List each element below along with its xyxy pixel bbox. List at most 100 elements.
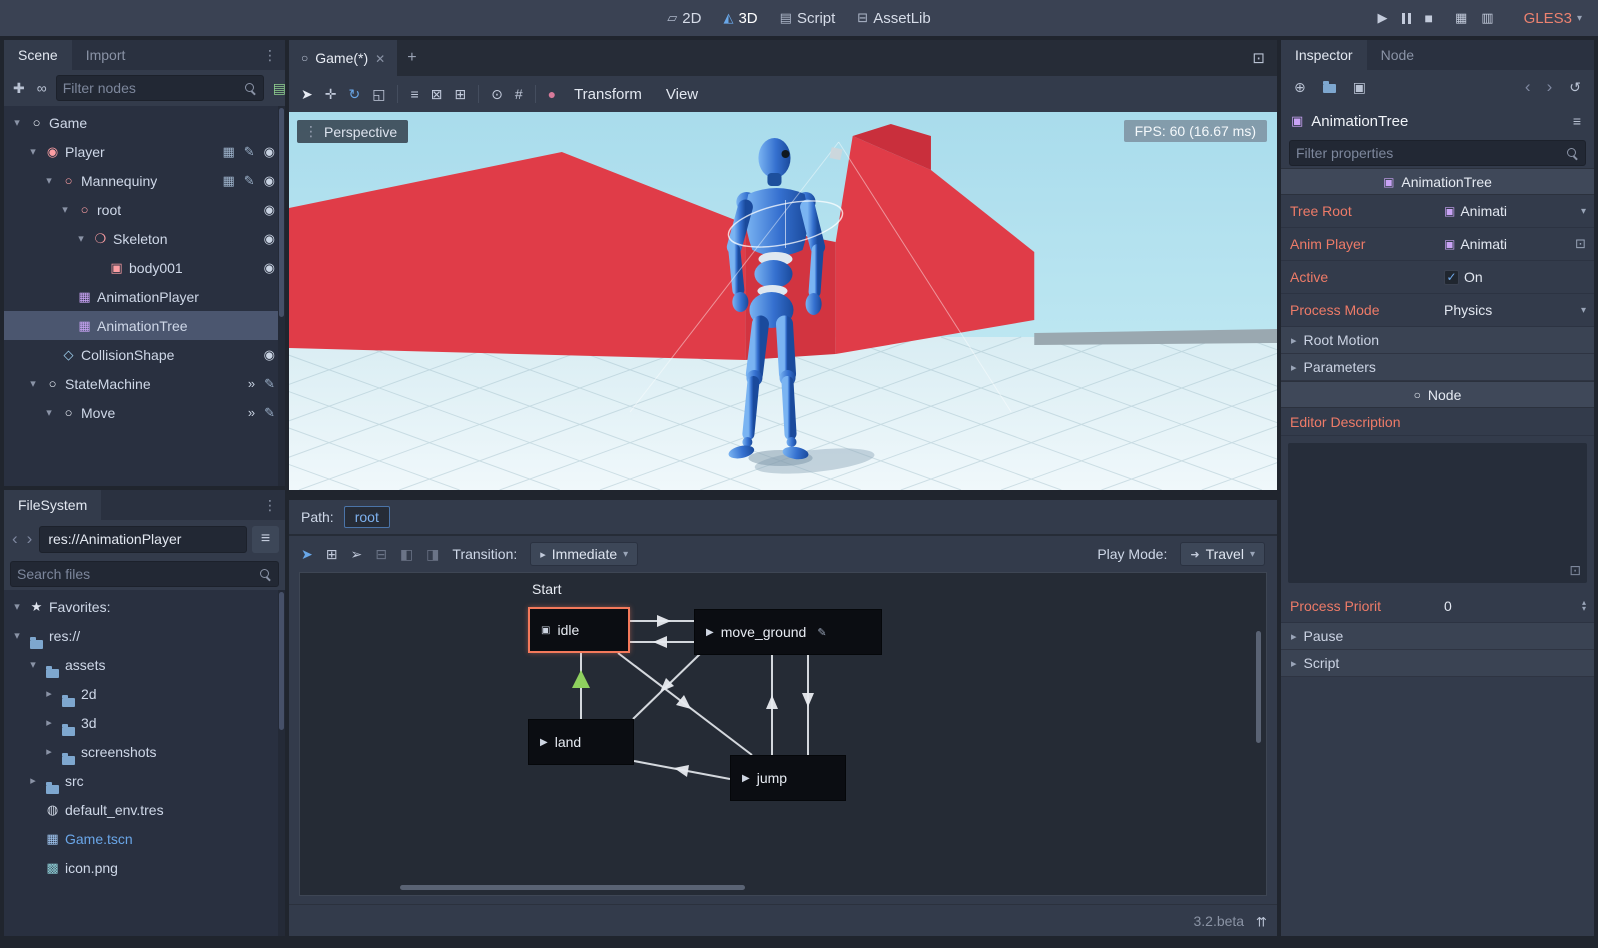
- load-resource-icon[interactable]: [1321, 80, 1338, 94]
- script-icon[interactable]: ✎: [244, 173, 255, 189]
- history-forward-icon[interactable]: ›: [1545, 77, 1555, 97]
- workspace-button[interactable]: Script: [771, 7, 845, 30]
- search-files-input[interactable]: [17, 566, 259, 582]
- scene-tree-scrollbar[interactable]: [278, 106, 285, 486]
- path-root-chip[interactable]: root: [344, 506, 390, 528]
- perspective-button[interactable]: Perspective: [297, 120, 408, 143]
- stop-button-icon[interactable]: [1425, 10, 1433, 26]
- scene-tree-item[interactable]: ◇ CollisionShape ◉: [4, 340, 285, 369]
- play-state-icon[interactable]: [706, 627, 714, 638]
- eye-icon[interactable]: ◉: [264, 173, 275, 189]
- transform-menu[interactable]: Transform: [568, 86, 648, 103]
- workspace-button[interactable]: 3D: [714, 7, 766, 30]
- tree-root-value[interactable]: Animati: [1444, 203, 1594, 219]
- filesystem-item[interactable]: 2d: [4, 679, 285, 708]
- scene-tree-item[interactable]: ○ Game: [4, 108, 285, 137]
- scene-tree-item[interactable]: ▦ AnimationTree: [4, 311, 285, 340]
- scene-tree-item[interactable]: ○ Move »✎: [4, 398, 285, 427]
- list-select-icon[interactable]: [410, 86, 418, 102]
- group-parameters[interactable]: Parameters: [1281, 354, 1594, 381]
- rotate-tool-icon[interactable]: [348, 86, 360, 103]
- filesystem-item[interactable]: res://: [4, 621, 285, 650]
- filesystem-scrollbar[interactable]: [278, 590, 285, 936]
- anim-player-value[interactable]: Animati: [1444, 236, 1594, 252]
- expand-editor-icon[interactable]: [1569, 562, 1581, 579]
- tab-game-scene[interactable]: Game(*): [289, 40, 397, 76]
- play-button-icon[interactable]: [1378, 10, 1388, 26]
- active-value[interactable]: On: [1444, 269, 1594, 285]
- editor-description-input[interactable]: [1288, 443, 1587, 583]
- renderer-select[interactable]: GLES3: [1524, 10, 1582, 27]
- pause-button-icon[interactable]: [1402, 13, 1411, 24]
- transition-select[interactable]: Immediate: [530, 542, 638, 566]
- checkbox-checked-icon[interactable]: [1444, 270, 1459, 285]
- scene-tree-item[interactable]: ❍ Skeleton ◉: [4, 224, 285, 253]
- dock-menu-icon[interactable]: [255, 47, 285, 64]
- play-state-icon[interactable]: [540, 737, 548, 748]
- scene-tree-item[interactable]: ◉ Player ▦✎◉: [4, 137, 285, 166]
- splitter[interactable]: [289, 490, 1277, 500]
- process-priority-value[interactable]: 0 ▴▾: [1444, 598, 1594, 614]
- move-tool-icon[interactable]: [325, 86, 337, 103]
- scale-tool-icon[interactable]: [372, 86, 385, 103]
- play-custom-scene-icon[interactable]: [1481, 10, 1493, 26]
- collapse-panel-icon[interactable]: [1256, 913, 1267, 929]
- instance-scene-icon[interactable]: [34, 78, 50, 98]
- filesystem-item[interactable]: 3d: [4, 708, 285, 737]
- expand-arrow-icon[interactable]: [26, 774, 40, 787]
- filesystem-item[interactable]: screenshots: [4, 737, 285, 766]
- signal-icon[interactable]: »: [248, 405, 255, 420]
- scene-tree-item[interactable]: ○ StateMachine »✎: [4, 369, 285, 398]
- expand-arrow-icon[interactable]: [42, 406, 56, 419]
- scene-tree-item[interactable]: ▣ body001 ◉: [4, 253, 285, 282]
- filesystem-item[interactable]: src: [4, 766, 285, 795]
- sm-select-tool-icon[interactable]: [301, 546, 313, 563]
- expand-arrow-icon[interactable]: [42, 745, 56, 758]
- tab-inspector[interactable]: Inspector: [1281, 40, 1367, 70]
- group-node-icon[interactable]: [491, 86, 503, 103]
- filesystem-item[interactable]: assets: [4, 650, 285, 679]
- state-node-land[interactable]: land: [528, 719, 634, 765]
- save-resource-icon[interactable]: [1350, 77, 1369, 98]
- node-type-icon[interactable]: [541, 625, 550, 636]
- unlock-node-icon[interactable]: [454, 86, 466, 103]
- filesystem-item[interactable]: ★ Favorites:: [4, 592, 285, 621]
- tab-scene[interactable]: Scene: [4, 40, 72, 70]
- expand-arrow-icon[interactable]: [74, 232, 88, 245]
- expand-arrow-icon[interactable]: [42, 174, 56, 187]
- expand-arrow-icon[interactable]: [42, 687, 56, 700]
- scene-tree-item[interactable]: ▦ AnimationPlayer: [4, 282, 285, 311]
- group-root-motion[interactable]: Root Motion: [1281, 327, 1594, 354]
- filter-nodes-input[interactable]: [63, 80, 244, 96]
- section-node[interactable]: Node: [1281, 381, 1594, 408]
- expand-arrow-icon[interactable]: [58, 203, 72, 216]
- state-node-jump[interactable]: jump: [730, 755, 846, 801]
- sm-set-end-node-icon[interactable]: [426, 546, 439, 563]
- process-mode-value[interactable]: Physics: [1444, 302, 1594, 318]
- state-node-move-ground[interactable]: move_ground: [694, 609, 882, 655]
- play-state-icon[interactable]: [742, 773, 750, 784]
- sm-connect-nodes-icon[interactable]: [350, 546, 362, 563]
- sun-environment-icon[interactable]: [548, 86, 556, 102]
- workspace-button[interactable]: AssetLib: [848, 7, 939, 30]
- assign-node-icon[interactable]: [1575, 236, 1586, 252]
- view-menu[interactable]: View: [660, 86, 704, 103]
- eye-icon[interactable]: ◉: [264, 202, 275, 218]
- current-path[interactable]: res://AnimationPlayer: [39, 526, 247, 553]
- sm-set-start-node-icon[interactable]: [400, 546, 413, 563]
- signal-icon[interactable]: »: [248, 376, 255, 391]
- select-tool-icon[interactable]: [301, 86, 313, 103]
- eye-icon[interactable]: ◉: [264, 260, 275, 276]
- eye-icon[interactable]: ◉: [264, 144, 275, 160]
- graph-hscrollbar[interactable]: [400, 885, 745, 890]
- section-animationtree[interactable]: AnimationTree: [1281, 168, 1594, 195]
- filter-properties-input[interactable]: [1296, 145, 1566, 161]
- expand-arrow-icon[interactable]: [10, 629, 24, 642]
- back-icon[interactable]: ‹: [10, 529, 20, 549]
- edit-state-icon[interactable]: [817, 626, 826, 639]
- group-script[interactable]: Script: [1281, 650, 1594, 677]
- expand-arrow-icon[interactable]: [10, 600, 24, 613]
- script-icon[interactable]: ✎: [264, 376, 275, 392]
- sm-create-node-icon[interactable]: [326, 546, 338, 563]
- expand-arrow-icon[interactable]: [42, 716, 56, 729]
